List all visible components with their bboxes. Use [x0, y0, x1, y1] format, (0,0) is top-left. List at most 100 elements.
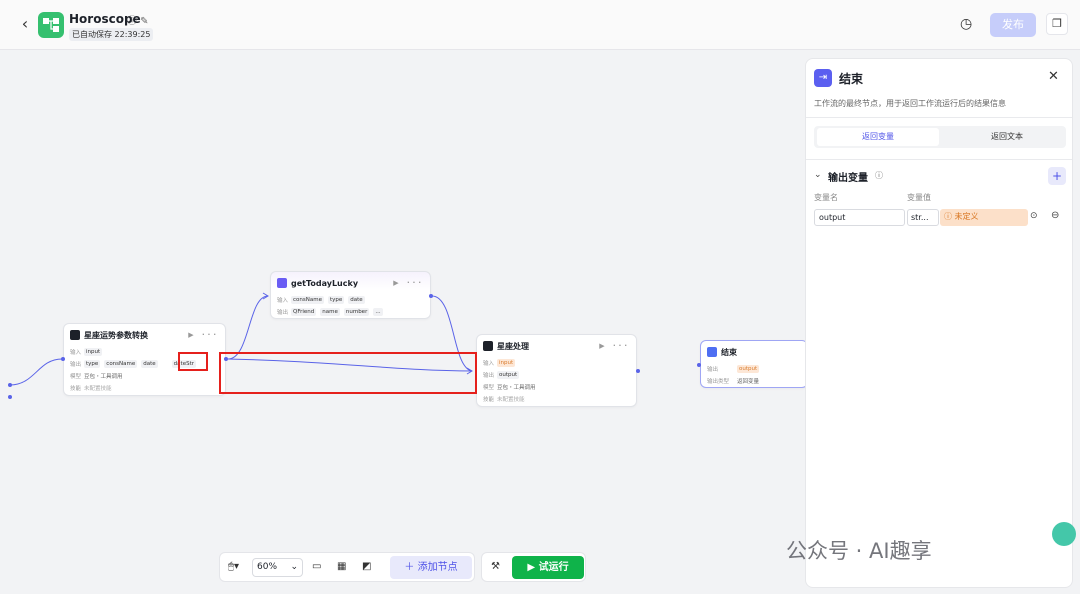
test-run-label: 试运行: [538, 562, 569, 573]
variable-name-input[interactable]: [814, 209, 905, 226]
node-lucky-input-row: 输入 consName type date: [271, 294, 430, 306]
var-tag-undefined: input: [497, 359, 516, 367]
row-label: 技能: [483, 397, 495, 403]
plugin-icon: [277, 278, 287, 288]
panel-description: 工作流的最终节点，用于返回工作流运行后的结果信息: [814, 99, 1006, 108]
node-run-more-icon[interactable]: ▶ ···: [599, 342, 630, 350]
row-label: 输出类型: [707, 379, 730, 385]
reference-icon[interactable]: ⊙: [1030, 211, 1038, 221]
back-arrow-icon[interactable]: ‹: [16, 14, 34, 34]
output-type-value: 返回变量: [737, 379, 760, 385]
node-process-output-row: 输出 output: [477, 369, 636, 381]
row-label: 模型: [70, 374, 82, 380]
workflow-app-icon: [38, 12, 64, 38]
model-value: 豆包・工具调用: [84, 374, 123, 380]
comment-icon[interactable]: ▭: [312, 561, 321, 572]
node-process-input-row: 输入 input: [477, 357, 636, 369]
node-transform-title: 星座运势参数转换: [84, 330, 148, 340]
minimap-icon[interactable]: ◩: [362, 561, 371, 572]
node-transform-model-row: 模型 豆包・工具调用: [64, 370, 225, 382]
start-output-port-2[interactable]: [8, 395, 12, 399]
canvas-toolbar: 🖱▾ 60% ⌄ ▭ ▦ ◩ ＋ 添加节点: [219, 552, 475, 582]
node-run-more-icon[interactable]: ▶ ···: [393, 279, 424, 287]
add-node-button[interactable]: ＋ 添加节点: [390, 556, 472, 579]
tab-return-text[interactable]: 返回文本: [946, 128, 1068, 146]
edge-transform-lucky: [227, 295, 269, 360]
workflow-canvas[interactable]: 星座运势参数转换 ▶ ··· 输入 input 输出 type consName…: [0, 50, 808, 594]
edge-start-transform: [9, 358, 63, 386]
skill-value: 未配置技能: [497, 397, 525, 403]
node-end-output-row: 输出 output: [701, 363, 807, 375]
row-label: 输入: [70, 350, 82, 356]
row-label: 输入: [483, 361, 495, 367]
column-variable-name: 变量名: [814, 193, 838, 202]
row-label: 输入: [277, 298, 289, 304]
node-transform-header: 星座运势参数转换 ▶ ···: [64, 324, 225, 346]
var-tag-more: ...: [373, 308, 383, 316]
top-header: ‹ Horoscope ⓘ ✎ 已自动保存 22:39:25 ◷ 发布 ❐: [0, 0, 1080, 50]
node-transform-skill-row: 技能 未配置技能: [64, 382, 225, 394]
var-tag: number: [343, 308, 370, 316]
layout-grid-icon[interactable]: ▦: [337, 561, 346, 572]
history-clock-icon[interactable]: ◷: [960, 16, 972, 32]
node-lucky-out-port[interactable]: [429, 294, 433, 298]
return-mode-tabs: 返回变量 返回文本: [814, 126, 1066, 148]
row-label: 技能: [70, 386, 82, 392]
skill-value: 未配置技能: [84, 386, 112, 392]
mouse-mode-icon[interactable]: 🖱▾: [228, 561, 239, 572]
add-node-label: 添加节点: [417, 562, 458, 573]
end-node-icon: ⇥: [814, 69, 832, 87]
zoom-value: 60%: [257, 562, 278, 572]
warning-icon: ⓘ: [944, 212, 952, 221]
row-label: 输出: [707, 367, 719, 373]
tab-return-variable[interactable]: 返回变量: [817, 128, 939, 146]
variable-value-field[interactable]: ⓘ 未定义: [940, 209, 1028, 226]
node-process-skill-row: 技能 未配置技能: [477, 393, 636, 405]
zoom-select[interactable]: 60% ⌄: [252, 558, 303, 577]
node-end[interactable]: 结束 输出 output 输出类型 返回变量: [700, 340, 808, 388]
var-tag: QFriend: [291, 308, 317, 316]
row-label: 输出: [70, 362, 82, 368]
remove-variable-icon[interactable]: ⊖: [1051, 210, 1059, 221]
row-label: 输出: [483, 373, 495, 379]
column-variable-value: 变量值: [907, 193, 931, 202]
node-process-title: 星座处理: [497, 341, 529, 351]
node-end-in-port[interactable]: [697, 363, 701, 367]
panel-title: 结束: [839, 72, 864, 86]
autosave-badge: 已自动保存 22:39:25: [69, 28, 154, 41]
variable-type-select[interactable]: str...: [907, 209, 939, 226]
annotation-datestr-box: [178, 352, 208, 371]
chevron-down-icon[interactable]: ⌄: [814, 170, 822, 180]
node-get-today-lucky[interactable]: getTodayLucky ▶ ··· 输入 consName type dat…: [270, 271, 431, 319]
chevron-down-icon: ⌄: [290, 562, 298, 572]
model-value: 豆包・工具调用: [497, 385, 536, 391]
var-tag: name: [320, 308, 340, 316]
run-toolbar: ⚒ ▶ 试运行: [481, 552, 586, 582]
copy-icon[interactable]: ❐: [1046, 13, 1068, 35]
var-tag-undefined: output: [737, 365, 760, 373]
row-label: 输出: [277, 310, 289, 316]
test-run-button[interactable]: ▶ 试运行: [512, 556, 584, 579]
node-end-title: 结束: [721, 347, 737, 357]
close-icon[interactable]: ✕: [1048, 69, 1059, 84]
info-icon[interactable]: ⓘ: [875, 170, 883, 181]
start-output-port[interactable]: [8, 383, 12, 387]
node-process[interactable]: 星座处理 ▶ ··· 输入 input 输出 output 模型 豆包・工具调用…: [476, 334, 637, 407]
node-process-out-port[interactable]: [636, 369, 640, 373]
info-edit-icons[interactable]: ⓘ ✎: [127, 12, 149, 27]
publish-button[interactable]: 发布: [990, 13, 1036, 37]
var-tag: consName: [291, 296, 324, 304]
node-transform-in-port[interactable]: [61, 357, 65, 361]
node-lucky-output-row: 输出 QFriend name number ...: [271, 306, 430, 318]
var-tag: type: [84, 360, 101, 368]
node-run-more-icon[interactable]: ▶ ···: [188, 331, 219, 339]
variable-value-text: 未定义: [954, 212, 979, 221]
node-process-model-row: 模型 豆包・工具调用: [477, 381, 636, 393]
add-variable-button[interactable]: +: [1048, 167, 1066, 185]
wrench-icon[interactable]: ⚒: [491, 561, 500, 572]
llm-icon: [483, 341, 493, 351]
var-tag: consName: [104, 360, 138, 368]
row-label: 模型: [483, 385, 495, 391]
end-node-panel: ⇥ 结束 ✕ 工作流的最终节点，用于返回工作流运行后的结果信息 返回变量 返回文…: [805, 58, 1073, 588]
node-process-header: 星座处理 ▶ ···: [477, 335, 636, 357]
